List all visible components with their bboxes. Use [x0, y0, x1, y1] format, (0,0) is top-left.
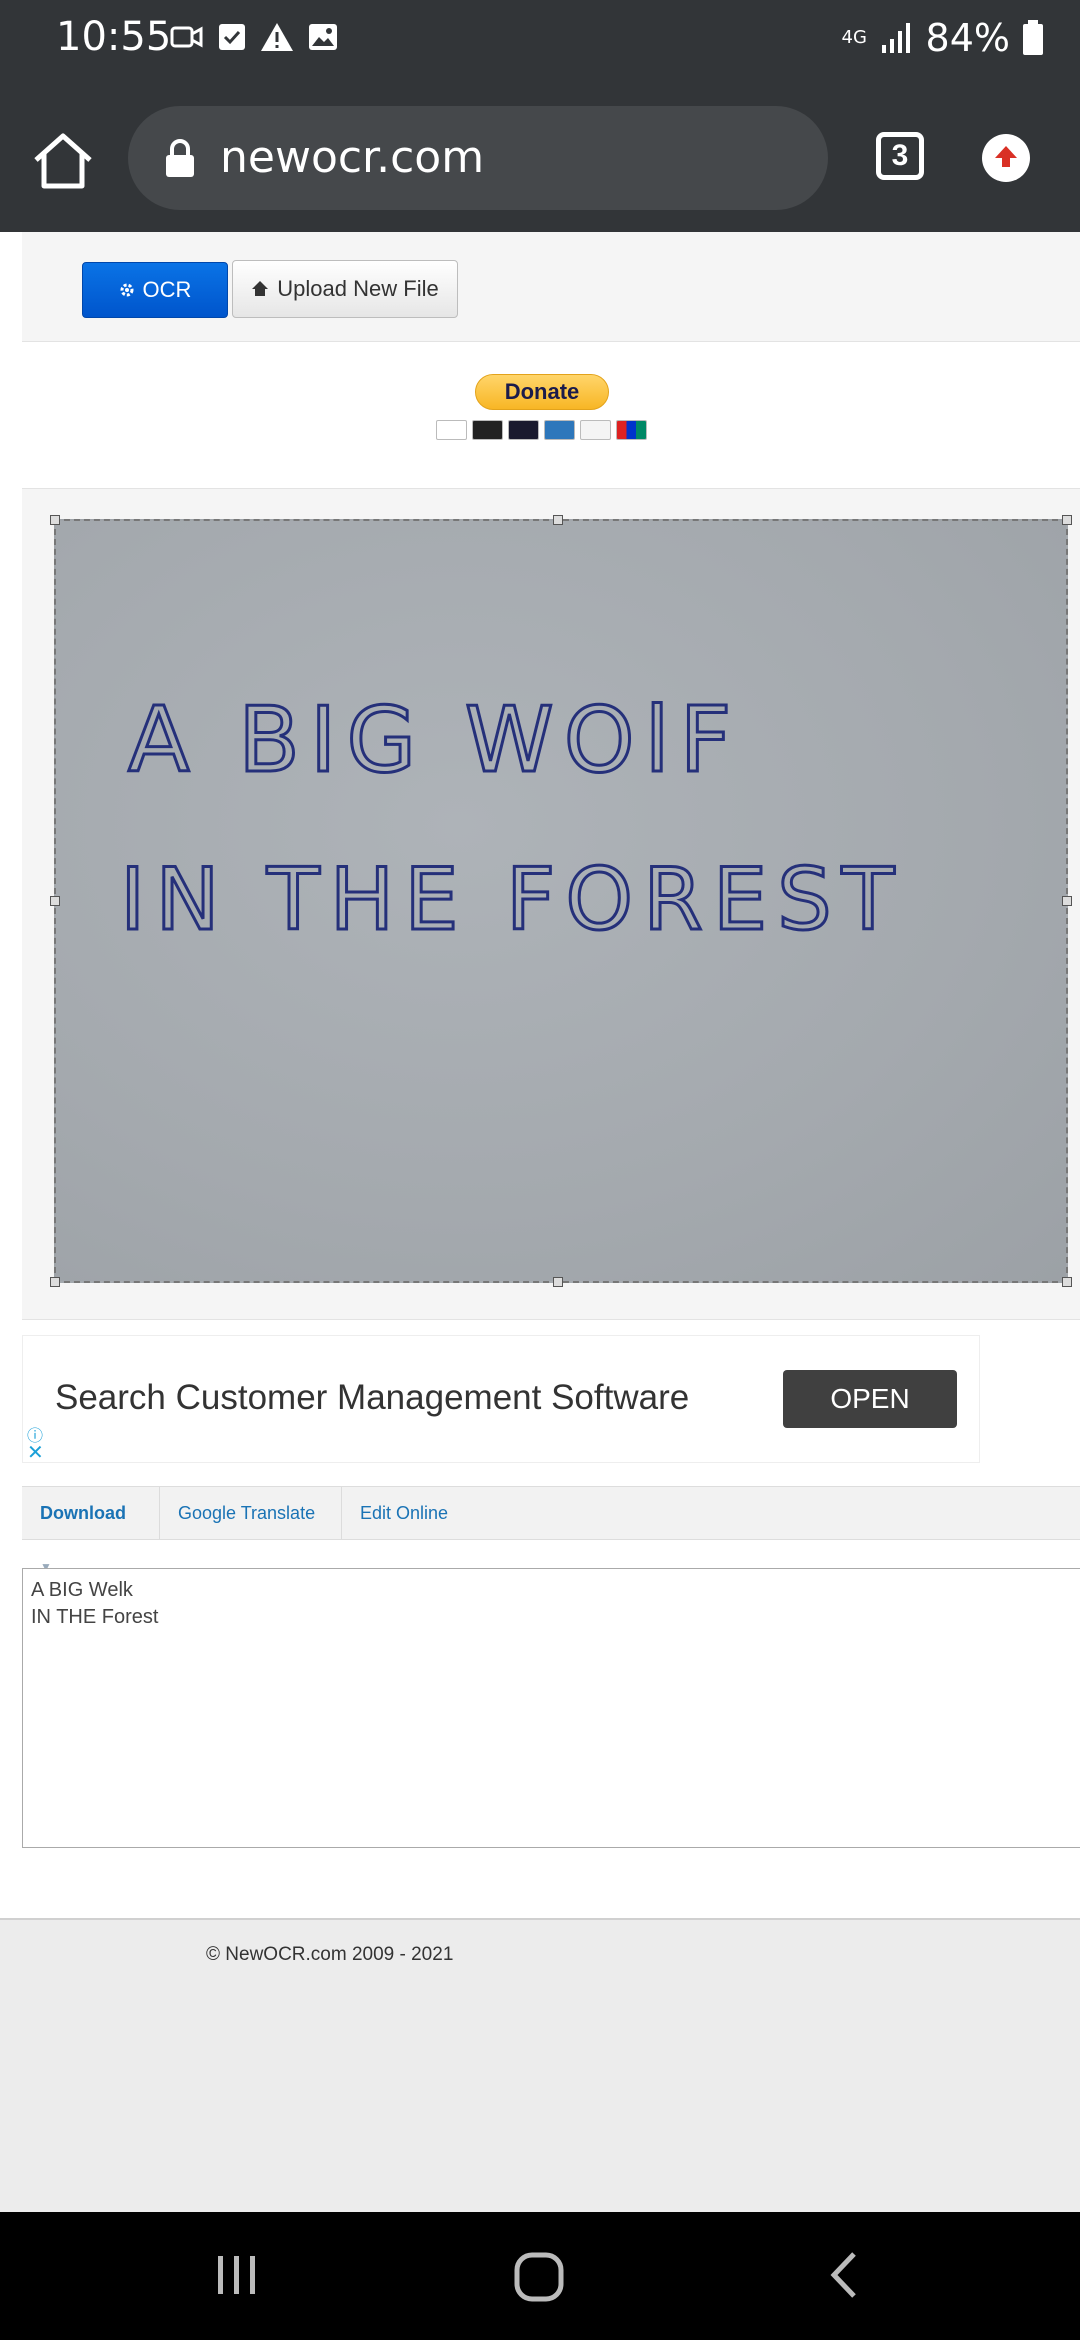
- web-page: OCR Upload New File Donate A BIG WOlF IN…: [0, 232, 1080, 2212]
- maestro-icon: [508, 420, 539, 440]
- download-dropdown[interactable]: Download ▼: [22, 1487, 160, 1574]
- status-right: 4G 84%: [842, 16, 1044, 60]
- battery-icon: [1023, 20, 1043, 55]
- svg-text:IN THE FOREST: IN THE FOREST: [120, 850, 904, 950]
- video-call-icon: [170, 26, 203, 48]
- advertisement[interactable]: Search Customer Management Software OPEN…: [22, 1335, 980, 1465]
- edit-online-link[interactable]: Edit Online: [342, 1487, 466, 1539]
- crop-handle[interactable]: [1062, 515, 1072, 525]
- amex-icon: [544, 420, 575, 440]
- gear-icon: [120, 283, 134, 297]
- uploaded-image[interactable]: A BIG WOlF IN THE FOREST: [50, 515, 1072, 1287]
- status-bar: 10:55 4G 84%: [0, 0, 1080, 84]
- ad-open-button[interactable]: OPEN: [783, 1370, 957, 1428]
- crop-handle[interactable]: [553, 515, 563, 525]
- mastercard-icon: [472, 420, 503, 440]
- google-translate-link[interactable]: Google Translate: [160, 1487, 342, 1539]
- address-bar[interactable]: newocr.com: [128, 106, 828, 210]
- home-small-icon: [252, 281, 269, 296]
- ad-close-icon[interactable]: ✕: [27, 1440, 44, 1465]
- visa-icon: [436, 420, 467, 440]
- handwritten-text-image: A BIG WOlF IN THE FOREST: [119, 687, 904, 952]
- warning-icon: [261, 23, 293, 51]
- unionpay-icon: [616, 420, 647, 440]
- crop-handle[interactable]: [1062, 896, 1072, 906]
- svg-text:A BIG WOlF: A BIG WOlF: [128, 688, 741, 793]
- back-icon[interactable]: [820, 2250, 870, 2300]
- home-icon[interactable]: [30, 128, 96, 194]
- payment-cards: [436, 420, 647, 440]
- donate-button[interactable]: Donate: [475, 374, 609, 410]
- home-nav-icon[interactable]: [512, 2250, 568, 2306]
- recent-apps-icon[interactable]: [212, 2250, 262, 2300]
- ocr-button[interactable]: OCR: [82, 262, 228, 318]
- navigation-bar: [0, 2212, 1080, 2340]
- signal-icon: [881, 23, 910, 53]
- crop-handle[interactable]: [553, 1277, 563, 1287]
- notification-icons: [170, 22, 338, 52]
- copyright-text: © NewOCR.com 2009 - 2021: [206, 1944, 454, 1965]
- result-line: A BIG Welk: [31, 1579, 133, 1601]
- download-label: Download: [40, 1503, 126, 1523]
- battery-percent: 84%: [925, 16, 1010, 60]
- upload-button-label: Upload New File: [277, 276, 439, 301]
- arrow-up-icon: [995, 146, 1017, 167]
- image-panel: A BIG WOlF IN THE FOREST: [22, 488, 1080, 1320]
- update-icon[interactable]: [982, 134, 1030, 182]
- image-icon: [309, 24, 337, 50]
- ocr-toolbar: OCR Upload New File: [22, 232, 1080, 342]
- crop-handle[interactable]: [1062, 1277, 1072, 1287]
- url-text[interactable]: newocr.com: [220, 132, 484, 183]
- ad-text[interactable]: Search Customer Management Software: [55, 1378, 689, 1418]
- crop-handle[interactable]: [50, 896, 60, 906]
- crop-handle[interactable]: [50, 515, 60, 525]
- browser-toolbar: newocr.com 3: [0, 84, 1080, 232]
- footer: © NewOCR.com 2009 - 2021: [0, 1918, 1080, 2212]
- discover-icon: [580, 420, 611, 440]
- result-tabs: Download ▼ Google Translate Edit Online: [22, 1486, 1080, 1574]
- checkbox-icon: [219, 24, 245, 50]
- lock-icon: [166, 139, 194, 177]
- upload-new-file-button[interactable]: Upload New File: [232, 260, 458, 318]
- ocr-button-label: OCR: [142, 277, 192, 302]
- network-type: 4G: [841, 27, 867, 48]
- tab-switcher-button[interactable]: 3: [876, 132, 924, 180]
- crop-handle[interactable]: [50, 1277, 60, 1287]
- ocr-result-textarea[interactable]: A BIG Welk IN THE Forest: [22, 1568, 1080, 1848]
- status-time: 10:55: [56, 14, 172, 60]
- result-line: IN THE Forest: [31, 1606, 159, 1628]
